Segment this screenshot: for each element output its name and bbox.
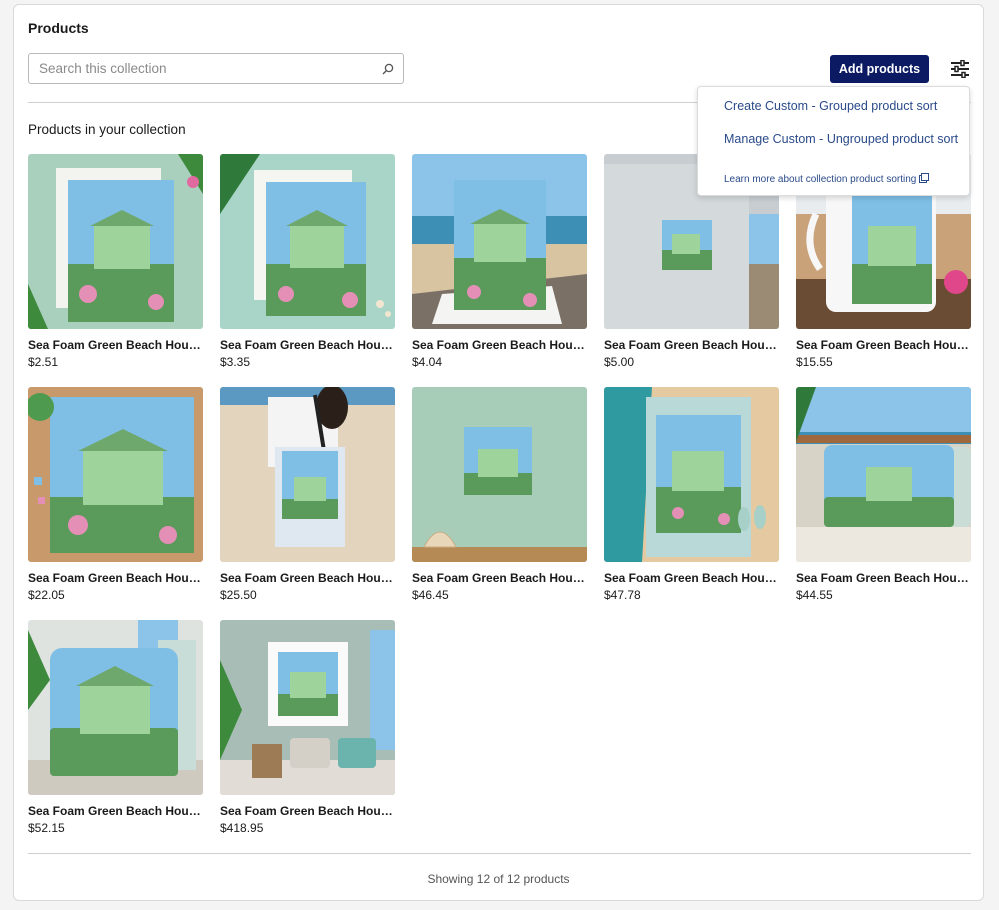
product-price: $25.50	[220, 588, 257, 602]
product-thumbnail[interactable]	[220, 620, 395, 795]
product-name[interactable]: Sea Foam Green Beach House...	[796, 571, 971, 585]
product-price: $2.51	[28, 355, 59, 369]
product-card[interactable]: Sea Foam Green Beach House... $418.95	[220, 620, 395, 835]
product-card[interactable]: Sea Foam Green Beach House... $3.35	[220, 154, 395, 369]
product-price: $15.55	[796, 355, 833, 369]
learn-more-link[interactable]: Learn more about collection product sort…	[724, 173, 930, 186]
product-name[interactable]: Sea Foam Green Beach House...	[220, 338, 395, 352]
menu-item-create-grouped-sort[interactable]: Create Custom - Grouped product sort	[724, 99, 937, 113]
product-count-status: Showing 12 of 12 products	[427, 872, 570, 886]
page-title: Products	[28, 20, 89, 36]
product-name[interactable]: Sea Foam Green Beach House...	[28, 571, 203, 585]
product-card[interactable]: Sea Foam Green Beach House... $4.04	[412, 154, 587, 369]
collection-heading: Products in your collection	[28, 122, 186, 137]
product-price: $22.05	[28, 588, 65, 602]
product-thumbnail[interactable]	[412, 387, 587, 562]
product-price: $46.45	[412, 588, 449, 602]
product-name[interactable]: Sea Foam Green Beach House...	[412, 571, 587, 585]
product-card[interactable]: Sea Foam Green Beach House... $22.05	[28, 387, 203, 602]
product-thumbnail[interactable]	[796, 387, 971, 562]
product-name[interactable]: Sea Foam Green Beach House...	[28, 804, 203, 818]
footer-divider	[28, 853, 971, 854]
add-products-button[interactable]: Add products	[830, 55, 929, 83]
product-price: $44.55	[796, 588, 833, 602]
sort-settings-icon[interactable]	[950, 59, 970, 79]
product-name[interactable]: Sea Foam Green Beach House...	[220, 804, 395, 818]
product-name[interactable]: Sea Foam Green Beach House...	[796, 338, 971, 352]
product-card[interactable]: Sea Foam Green Beach House... $52.15	[28, 620, 203, 835]
search-input[interactable]	[37, 60, 381, 77]
search-icon[interactable]	[381, 62, 395, 76]
product-name[interactable]: Sea Foam Green Beach House...	[28, 338, 203, 352]
external-link-icon	[919, 173, 930, 186]
sort-dropdown-menu: Create Custom - Grouped product sort Man…	[697, 86, 970, 196]
learn-more-label[interactable]: Learn more about collection product sort…	[724, 174, 916, 185]
product-name[interactable]: Sea Foam Green Beach House...	[604, 338, 779, 352]
product-name[interactable]: Sea Foam Green Beach House...	[604, 571, 779, 585]
product-price: $4.04	[412, 355, 443, 369]
product-thumbnail[interactable]	[604, 387, 779, 562]
product-price: $47.78	[604, 588, 641, 602]
product-price: $52.15	[28, 821, 65, 835]
product-name[interactable]: Sea Foam Green Beach House...	[412, 338, 587, 352]
product-card[interactable]: Sea Foam Green Beach House... $47.78	[604, 387, 779, 602]
product-thumbnail[interactable]	[220, 387, 395, 562]
product-thumbnail[interactable]	[28, 387, 203, 562]
product-name[interactable]: Sea Foam Green Beach House...	[220, 571, 395, 585]
product-thumbnail[interactable]	[412, 154, 587, 329]
product-thumbnail[interactable]	[220, 154, 395, 329]
product-card[interactable]: Sea Foam Green Beach House... $2.51	[28, 154, 203, 369]
product-card[interactable]: Sea Foam Green Beach House... $25.50	[220, 387, 395, 602]
product-card[interactable]: Sea Foam Green Beach House... $44.55	[796, 387, 971, 602]
product-price: $5.00	[604, 355, 635, 369]
menu-item-manage-ungrouped-sort[interactable]: Manage Custom - Ungrouped product sort	[724, 132, 958, 146]
product-price: $3.35	[220, 355, 251, 369]
product-price: $418.95	[220, 821, 264, 835]
search-box[interactable]	[28, 53, 404, 84]
product-thumbnail[interactable]	[28, 620, 203, 795]
product-card[interactable]: Sea Foam Green Beach House... $46.45	[412, 387, 587, 602]
product-thumbnail[interactable]	[28, 154, 203, 329]
products-panel: Products Add products Products in your c…	[13, 4, 984, 901]
